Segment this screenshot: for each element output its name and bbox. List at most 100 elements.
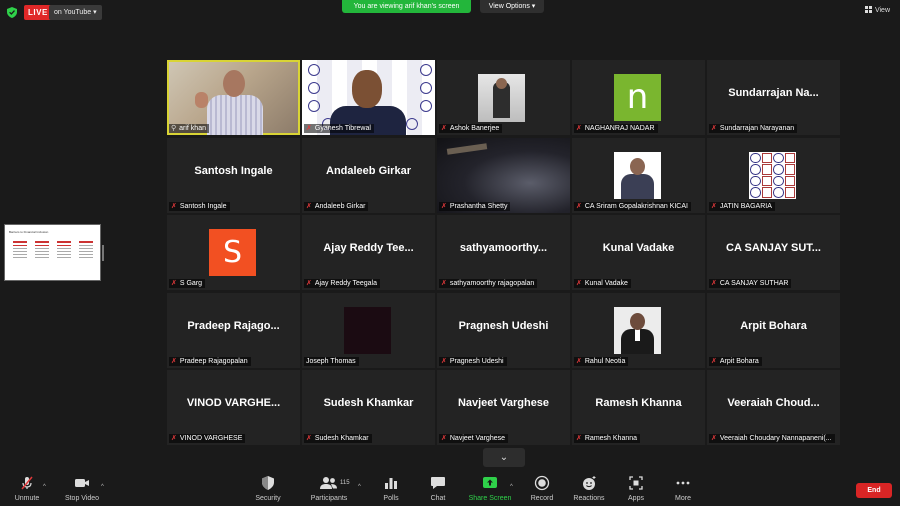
security-label: Security <box>255 495 281 502</box>
participants-icon <box>320 477 337 489</box>
participant-tile[interactable]: Sundarrajan Na... ✗ Sundarrajan Narayanan <box>707 60 840 135</box>
share-options-caret-icon[interactable]: ^ <box>510 484 513 490</box>
microphone-muted-icon: ✗ <box>171 202 177 210</box>
profile-photo <box>614 151 661 199</box>
participant-name: NAGHANRAJ NADAR <box>584 125 655 132</box>
polls-button[interactable]: Polls <box>364 475 418 502</box>
participant-name-label: ⚲ arif khan <box>169 124 209 133</box>
profile-photo <box>344 306 391 354</box>
participant-tile[interactable]: Pradeep Rajago... ✗ Pradeep Rajagopalan <box>167 292 300 368</box>
participant-name: Sundarrajan Narayanan <box>719 125 795 132</box>
apps-label: Apps <box>628 495 644 502</box>
participant-tile[interactable]: ✗ Gyanesh Tibrewal <box>302 60 435 135</box>
participant-tile[interactable]: Veeraiah Choud... ✗ Veeraiah Choudary Nann… <box>707 370 840 445</box>
logo-cell <box>750 175 761 186</box>
microphone-muted-icon: ✗ <box>306 202 312 210</box>
participant-tile[interactable]: Arpit Bohara ✗ Arpit Bohara <box>707 292 840 368</box>
participant-name-label: ✗ Andaleeb Girkar <box>304 201 369 211</box>
record-button[interactable]: Record <box>515 475 569 502</box>
participant-name: Prashantha Shetty <box>449 202 508 210</box>
apps-button[interactable]: Apps <box>609 475 663 502</box>
reactions-button[interactable]: Reactions <box>562 475 616 502</box>
chat-button[interactable]: Chat <box>411 475 465 502</box>
participant-tile[interactable]: Andaleeb Girkar ✗ Andaleeb Girkar <box>302 137 435 213</box>
more-button[interactable]: More <box>656 475 710 502</box>
video-camera-icon <box>75 479 89 487</box>
logo-cell <box>750 187 761 198</box>
participant-tile[interactable]: Ajay Reddy Tee... ✗ Ajay Reddy Teegala <box>302 215 435 290</box>
thumbnail-resize-handle[interactable] <box>102 245 104 261</box>
end-meeting-button[interactable]: End <box>856 483 892 498</box>
participant-tile[interactable]: Navjeet Varghese ✗ Navjeet Varghese <box>437 370 570 445</box>
more-label: More <box>675 495 691 502</box>
participant-tile[interactable]: Ramesh Khanna ✗ Ramesh Khanna <box>572 370 705 445</box>
participant-tile[interactable]: ✗ Prashantha Shetty <box>437 137 570 213</box>
participant-name-label: ✗ Rahul Neotia <box>574 356 629 366</box>
participant-name: Kunal Vadake <box>584 280 628 287</box>
tile-display-name: Kunal Vadake <box>602 242 675 254</box>
participant-tile[interactable]: ✗ CA Sriram Gopalakrishnan KICAI <box>572 137 705 213</box>
participant-tile[interactable]: Santosh Ingale ✗ Santosh Ingale <box>167 137 300 213</box>
shared-screen-thumbnail[interactable]: Barriers to Financial Inclusion <box>4 224 101 281</box>
shield-icon <box>262 476 274 490</box>
participant-tile[interactable]: Sudesh Khamkar ✗ Sudesh Khamkar <box>302 370 435 445</box>
audio-options-caret-icon[interactable]: ^ <box>43 484 46 490</box>
share-screen-button[interactable]: Share Screen <box>463 475 517 502</box>
participant-name: Veeraiah Choudary Nannapaneni(... <box>719 435 832 442</box>
profile-logo-image <box>749 151 796 199</box>
view-button[interactable]: View <box>864 5 890 17</box>
participant-name-label: ✗ Arpit Bohara <box>709 356 762 366</box>
participant-name-label: ✗ sathyamoorthy rajagopalan <box>439 279 538 288</box>
participant-tile[interactable]: Pragnesh Udeshi ✗ Pragnesh Udeshi <box>437 292 570 368</box>
logo-watermark-icon <box>308 64 320 76</box>
slide-column <box>35 241 49 260</box>
participant-name-label: ✗ Veeraiah Choudary Nannapaneni(... <box>709 434 835 443</box>
participant-tile[interactable]: ✗ JATIN BAGARIA <box>707 137 840 213</box>
security-button[interactable]: Security <box>241 475 295 502</box>
logo-cell <box>761 175 772 186</box>
tile-display-name: Sudesh Khamkar <box>323 397 414 409</box>
participant-tile[interactable]: sathyamoorthy... ✗ sathyamoorthy rajagopal… <box>437 215 570 290</box>
participant-tile[interactable]: ✗ Rahul Neotia <box>572 292 705 368</box>
participant-tile[interactable]: ⚲ arif khan <box>167 60 300 135</box>
unmute-label: Unmute <box>14 495 40 502</box>
participant-name: S Garg <box>179 280 203 287</box>
participant-tile[interactable]: CA SANJAY SUT... ✗ CA SANJAY SUTHAR <box>707 215 840 290</box>
tile-display-name: Navjeet Varghese <box>457 397 550 409</box>
logo-watermark-icon <box>420 64 432 76</box>
microphone-muted-icon: ✗ <box>441 435 447 442</box>
participant-name-label: ✗ Kunal Vadake <box>574 279 631 288</box>
video-shape <box>446 142 488 155</box>
participant-name: Santosh Ingale <box>179 202 227 210</box>
chevron-down-icon: ⌄ <box>499 452 509 463</box>
microphone-muted-icon: ✗ <box>576 202 582 210</box>
participant-tile[interactable]: S ✗ S Garg <box>167 215 300 290</box>
microphone-muted-icon: ✗ <box>711 125 717 132</box>
participant-tile[interactable]: Kunal Vadake ✗ Kunal Vadake <box>572 215 705 290</box>
participant-tile[interactable]: VINOD VARGHE... ✗ VINOD VARGHESE <box>167 370 300 445</box>
view-options-button[interactable]: View Options ▾ <box>480 0 544 13</box>
live-stream-dropdown[interactable]: on YouTube ▾ <box>49 5 102 20</box>
participants-options-caret-icon[interactable]: ^ <box>358 484 361 490</box>
participant-tile[interactable]: n ✗ NAGHANRAJ NADAR <box>572 60 705 135</box>
participant-name: arif khan <box>179 125 206 132</box>
microphone-muted-icon: ✗ <box>171 435 177 442</box>
participant-name: sathyamoorthy rajagopalan <box>449 280 535 287</box>
live-badge[interactable]: LIVE <box>24 5 52 20</box>
profile-photo <box>478 74 525 122</box>
participant-name-label: ✗ VINOD VARGHESE <box>169 434 246 443</box>
avatar: n <box>614 74 661 121</box>
logo-watermark-icon <box>308 100 320 112</box>
video-options-caret-icon[interactable]: ^ <box>101 484 104 490</box>
security-shield-icon[interactable] <box>7 7 17 18</box>
tile-display-name: Santosh Ingale <box>194 164 273 177</box>
logo-cell <box>761 164 772 175</box>
gallery-scroll-down-button[interactable]: ⌄ <box>483 448 525 467</box>
logo-watermark-icon <box>308 82 320 94</box>
participant-tile[interactable]: ✗ Ashok Banerjee <box>437 60 570 135</box>
participant-tile[interactable]: Joseph Thomas <box>302 292 435 368</box>
participant-name: Joseph Thomas <box>306 357 356 365</box>
logo-cell <box>750 164 761 175</box>
stop-video-label: Stop Video <box>64 495 100 502</box>
tile-display-name: Ajay Reddy Tee... <box>323 242 414 254</box>
